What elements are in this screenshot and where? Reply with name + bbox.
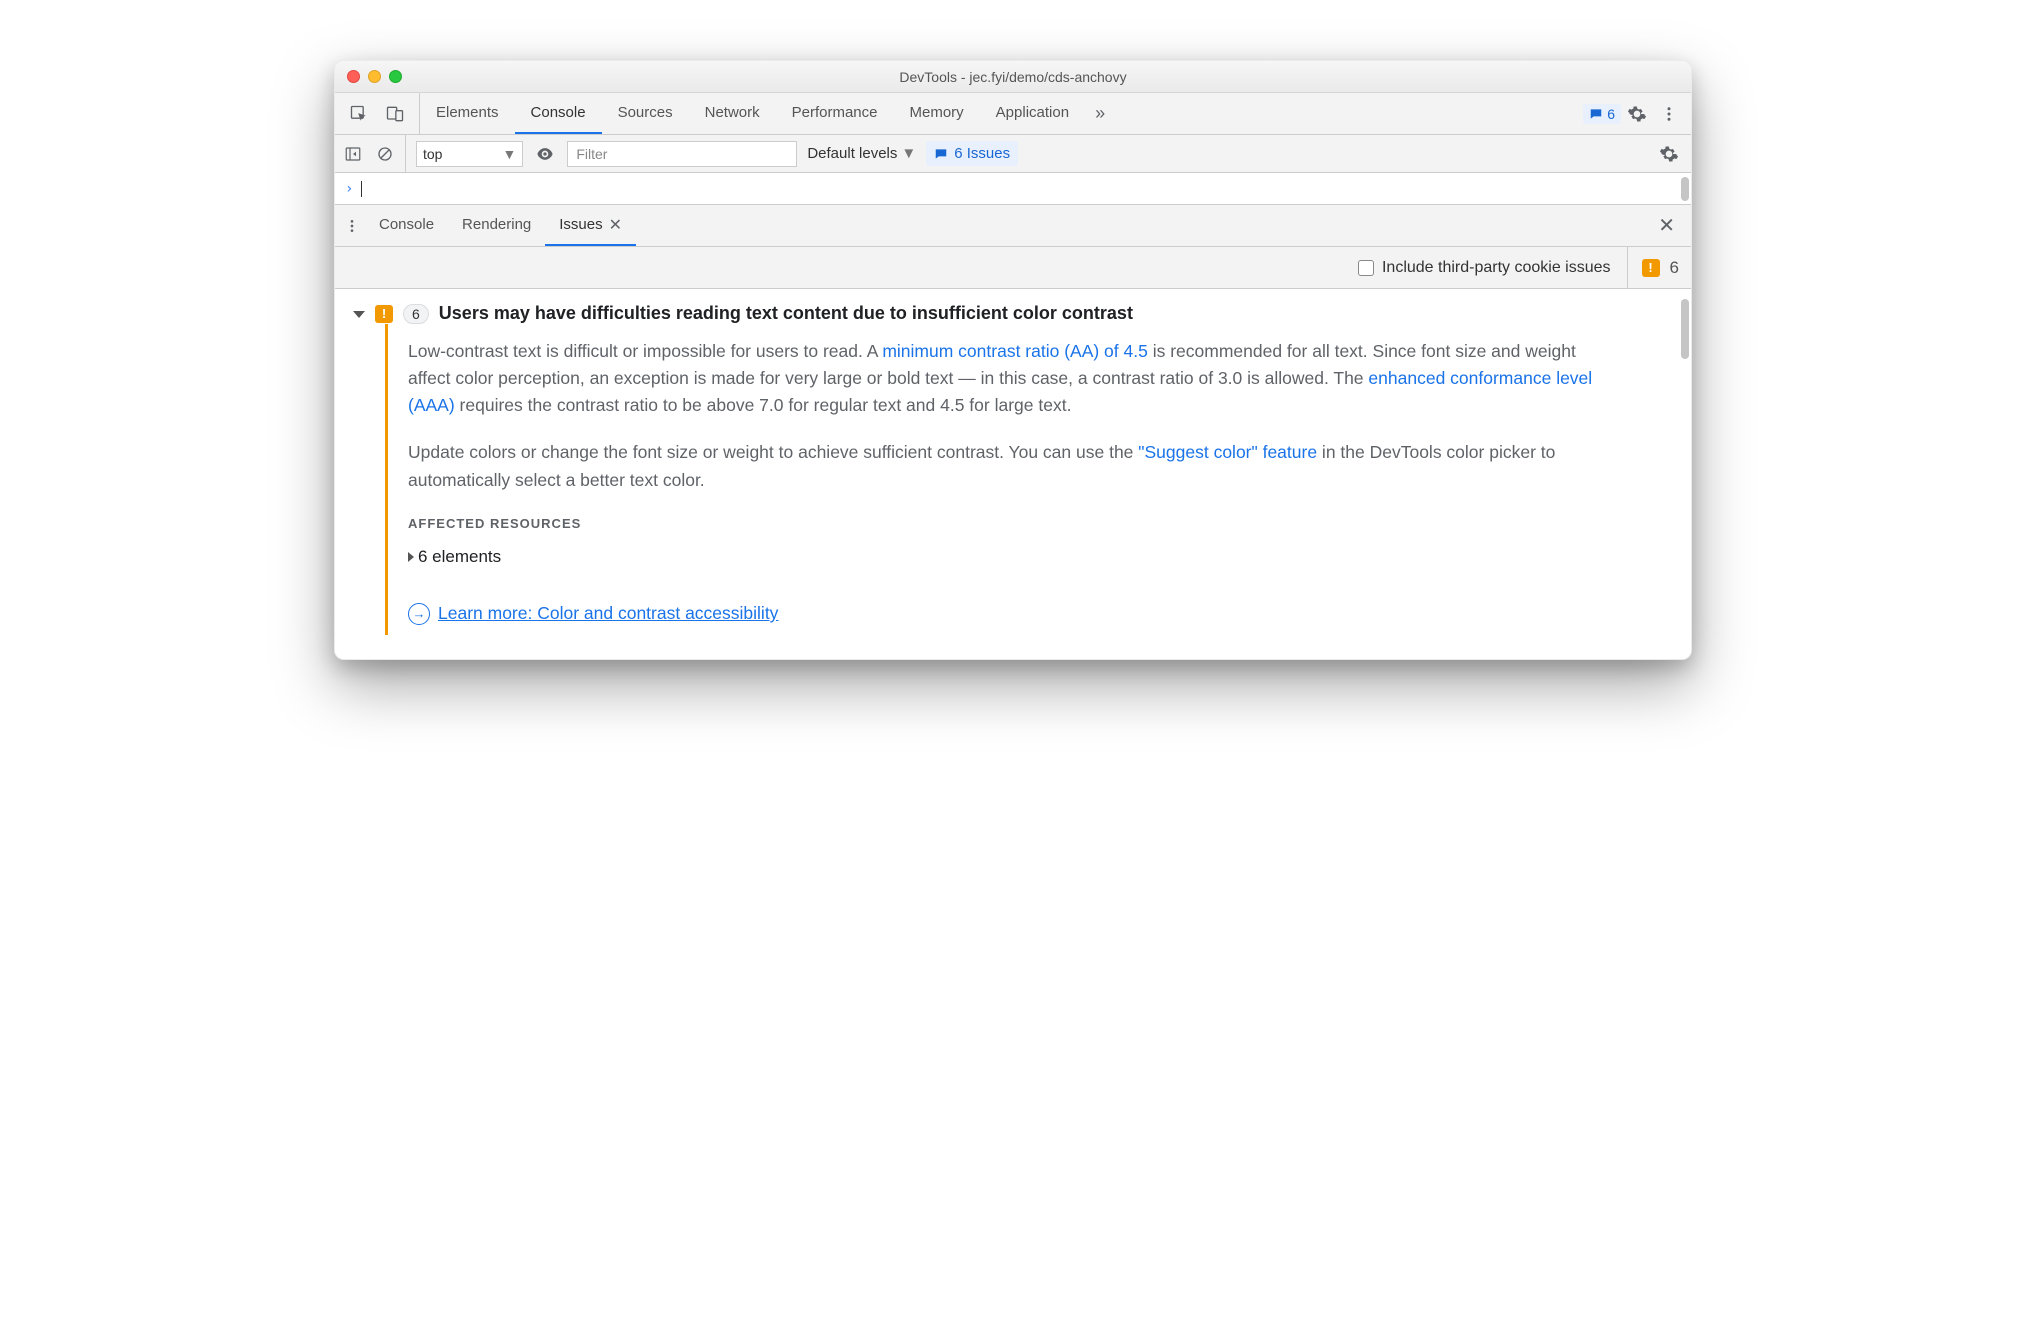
inspect-element-icon[interactable] [347, 102, 371, 126]
drawer-close-button[interactable]: ✕ [1658, 213, 1687, 238]
close-window-button[interactable] [347, 70, 360, 83]
expand-toggle-icon[interactable] [353, 311, 365, 318]
checkbox-icon[interactable] [1358, 260, 1374, 276]
affected-resources-item[interactable]: 6 elements [408, 544, 1623, 570]
issues-total: ! 6 [1627, 247, 1679, 288]
warning-icon: ! [1642, 259, 1660, 277]
drawer-tab-bar: Console Rendering Issues ✕ ✕ [335, 205, 1691, 247]
context-label: top [423, 146, 442, 162]
drawer-more-button[interactable] [339, 218, 365, 234]
issue-content: Low-contrast text is difficult or imposs… [385, 324, 1673, 635]
issues-total-count: 6 [1670, 258, 1679, 278]
console-sidebar-toggle-icon[interactable] [341, 142, 365, 166]
issues-options-bar: Include third-party cookie issues ! 6 [335, 247, 1691, 289]
device-toggle-icon[interactable] [383, 102, 407, 126]
scrollbar-thumb[interactable] [1681, 299, 1689, 359]
issues-count-badge[interactable]: 6 [1583, 104, 1621, 124]
tab-console[interactable]: Console [515, 93, 602, 134]
tab-network[interactable]: Network [689, 93, 776, 134]
contrast-aa-link[interactable]: minimum contrast ratio (AA) of 4.5 [882, 341, 1148, 361]
traffic-lights [347, 70, 402, 83]
text-cursor [361, 181, 362, 197]
drawer-tab-issues[interactable]: Issues ✕ [545, 205, 636, 246]
gear-icon [1659, 144, 1679, 164]
message-icon [934, 147, 948, 161]
issues-label: 6 Issues [954, 145, 1010, 162]
arrow-right-icon: → [408, 603, 430, 625]
issue-title: Users may have difficulties reading text… [439, 303, 1133, 324]
scrollbar-thumb[interactable] [1681, 177, 1689, 201]
close-icon[interactable]: ✕ [609, 215, 622, 235]
drawer-tab-rendering[interactable]: Rendering [448, 205, 545, 246]
console-toolbar: top ▼ Default levels ▼ 6 Issues [335, 135, 1691, 173]
window-title: DevTools - jec.fyi/demo/cds-anchovy [335, 69, 1691, 85]
inspect-tools-group [341, 93, 420, 134]
warning-icon: ! [375, 305, 393, 323]
console-settings-button[interactable] [1653, 138, 1685, 170]
issues-panel: ! 6 Users may have difficulties reading … [335, 289, 1691, 659]
expand-toggle-icon[interactable] [408, 552, 414, 562]
drawer-tab-console[interactable]: Console [365, 205, 448, 246]
tab-performance[interactable]: Performance [776, 93, 894, 134]
zoom-window-button[interactable] [389, 70, 402, 83]
kebab-icon [344, 218, 360, 234]
filter-input[interactable] [567, 141, 797, 167]
issue-paragraph-1: Low-contrast text is difficult or imposs… [408, 338, 1623, 419]
tab-memory[interactable]: Memory [894, 93, 980, 134]
log-level-label: Default levels [807, 145, 897, 162]
context-selector[interactable]: top ▼ [416, 141, 523, 167]
issue-count-pill: 6 [403, 304, 429, 324]
learn-more-link[interactable]: Learn more: Color and contrast accessibi… [438, 600, 778, 627]
titlebar: DevTools - jec.fyi/demo/cds-anchovy [335, 61, 1691, 93]
clear-console-icon[interactable] [373, 142, 397, 166]
console-input-row[interactable]: › [335, 173, 1691, 205]
learn-more-row: → Learn more: Color and contrast accessi… [408, 600, 1623, 627]
settings-button[interactable] [1621, 98, 1653, 130]
main-tab-bar: Elements Console Sources Network Perform… [335, 93, 1691, 135]
affected-count: 6 elements [418, 544, 501, 570]
issue-paragraph-2: Update colors or change the font size or… [408, 439, 1623, 493]
gear-icon [1627, 104, 1647, 124]
live-expression-icon[interactable] [533, 142, 557, 166]
minimize-window-button[interactable] [368, 70, 381, 83]
third-party-label: Include third-party cookie issues [1382, 259, 1611, 277]
more-options-button[interactable] [1653, 98, 1685, 130]
tab-application[interactable]: Application [980, 93, 1085, 134]
console-prompt-icon: › [345, 181, 353, 197]
drawer-tab-issues-label: Issues [559, 216, 602, 233]
main-tabs: Elements Console Sources Network Perform… [420, 93, 1085, 134]
suggest-color-link[interactable]: "Suggest color" feature [1138, 442, 1317, 462]
issue-header[interactable]: ! 6 Users may have difficulties reading … [353, 303, 1673, 324]
devtools-window: DevTools - jec.fyi/demo/cds-anchovy Elem… [334, 60, 1692, 660]
message-icon [1589, 107, 1603, 121]
log-level-selector[interactable]: Default levels ▼ [807, 145, 916, 162]
third-party-cookies-option[interactable]: Include third-party cookie issues [1358, 259, 1611, 277]
more-tabs-button[interactable]: » [1085, 103, 1115, 124]
tab-sources[interactable]: Sources [602, 93, 689, 134]
tab-elements[interactable]: Elements [420, 93, 515, 134]
issues-link[interactable]: 6 Issues [926, 141, 1018, 166]
kebab-icon [1660, 105, 1678, 123]
issues-count: 6 [1607, 106, 1615, 122]
affected-resources-heading: Affected Resources [408, 514, 1623, 534]
